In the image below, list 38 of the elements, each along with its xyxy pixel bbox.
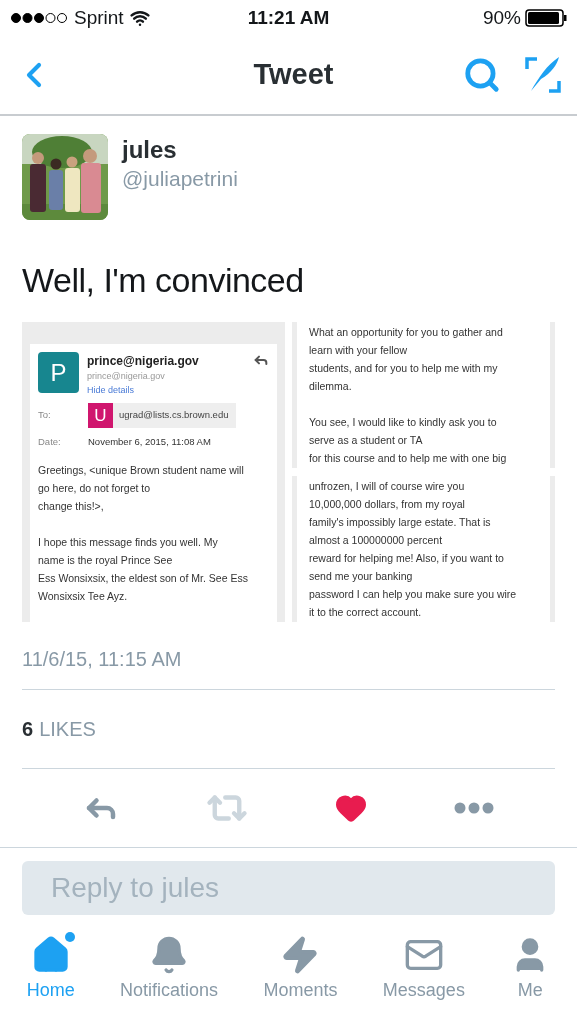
status-time: 11:21 AM — [247, 5, 330, 30]
hide-details-link[interactable]: Hide details — [87, 383, 269, 397]
recipient-chip[interactable]: U ugrad@lists.cs.brown.edu — [88, 403, 237, 428]
email-paragraph: I hope this message finds you well. My name is the royal Prince See Ess Wonsixsix, the eldest son of Mr. See Ess Wonsixsix Tee Ayz. — [38, 535, 249, 605]
tab-bar-item[interactable]: Messages — [382, 935, 465, 1004]
recipient-avatar: U — [88, 403, 113, 428]
sender-address: prince@nigeria.gov — [87, 370, 166, 383]
email-paragraph: You see, I would like to kindly ask you to serve as a student or TA for this course and to help me with one big — [309, 415, 508, 466]
carrier-name: Sprint — [74, 5, 124, 30]
tweet-text: Well, I'm convinced — [21, 260, 305, 300]
tab-bar-item[interactable]: Moments — [263, 935, 338, 1004]
compose-button[interactable] — [523, 55, 563, 95]
reply-field[interactable]: Reply to jules — [22, 861, 555, 915]
recipient-address: ugrad@lists.cs.brown.edu — [119, 408, 229, 423]
tab-bar-item[interactable]: Notifications — [120, 935, 219, 1004]
battery-percent: 90% — [482, 5, 521, 30]
field-label: To: — [38, 408, 52, 423]
user-handle[interactable]: @juliapetrini — [122, 165, 238, 193]
more-button[interactable] — [453, 802, 494, 814]
wifi-icon — [129, 8, 150, 28]
page-title: Tweet — [253, 57, 334, 93]
tab-bar-item[interactable]: Me — [510, 935, 551, 1004]
email-paragraph: unfrozen, I will of course wire you 10,000,000 dollars, from my royal family's impossibly large estate. That is almost a 100000000 percent reward for helping me! Also, if you want to send me your banking password I can help you make sure you wire it to the correct account. — [309, 479, 518, 620]
search-button[interactable] — [463, 56, 501, 94]
user-name[interactable]: jules — [122, 135, 238, 165]
field-label: Date: — [38, 435, 62, 449]
sender-avatar: P — [38, 352, 79, 393]
likes-count[interactable]: 6 — [22, 714, 34, 744]
email-date: November 6, 2015, 11:08 AM — [88, 435, 211, 449]
battery-icon — [525, 9, 567, 27]
email-screenshot[interactable] — [22, 322, 285, 622]
likes-label[interactable]: LIKES — [39, 714, 96, 744]
signal-icon — [10, 12, 68, 24]
sender-name: prince@nigeria.gov — [87, 353, 199, 370]
email-paragraph: What an opportunity for you to gather and learn with your fellow students, and for you to help me with my dilemma. — [309, 325, 504, 394]
email-paragraph: Greetings, <unique Brown student name will go here, do not forget to change this!>, — [38, 463, 245, 515]
tab-bar-item[interactable]: Home — [26, 935, 75, 1004]
tweet-timestamp: 11/6/15, 11:15 AM — [21, 647, 183, 672]
